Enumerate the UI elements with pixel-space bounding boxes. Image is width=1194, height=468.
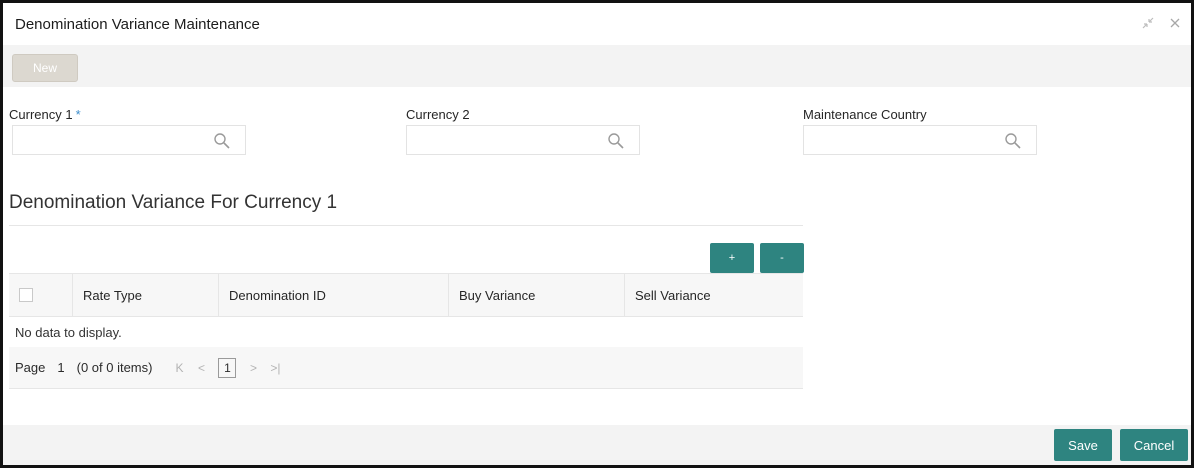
section-title: Denomination Variance For Currency 1 — [9, 192, 338, 213]
section-divider — [9, 225, 803, 226]
grid-header: Rate Type Denomination ID Buy Variance S… — [9, 273, 803, 317]
pagination: Page 1 (0 of 0 items) K < 1 > >| — [9, 347, 803, 389]
items-count: (0 of 0 items) — [76, 360, 153, 375]
toolbar: New — [3, 45, 1191, 87]
currency1-input[interactable] — [13, 126, 203, 154]
variance-grid: Rate Type Denomination ID Buy Variance S… — [9, 273, 803, 389]
footer-bar: Save Cancel — [3, 425, 1191, 465]
required-marker: * — [75, 107, 81, 122]
last-page-icon[interactable]: >| — [264, 361, 286, 375]
window-controls — [1141, 16, 1181, 32]
search-icon[interactable] — [213, 132, 231, 150]
title-bar: Denomination Variance Maintenance — [3, 3, 1191, 45]
first-page-icon[interactable]: K — [168, 361, 190, 375]
search-icon[interactable] — [607, 132, 625, 150]
currency1-field[interactable] — [12, 125, 246, 155]
select-all-checkbox[interactable] — [19, 288, 33, 302]
page-label: Page — [15, 360, 46, 375]
currency1-label: Currency 1 * — [9, 107, 81, 122]
prev-page-icon[interactable]: < — [190, 361, 212, 375]
select-all-cell — [9, 273, 73, 317]
search-icon[interactable] — [1004, 132, 1022, 150]
column-header-denomination-id[interactable]: Denomination ID — [219, 273, 449, 317]
page-number: 1 — [57, 360, 65, 375]
remove-row-button[interactable]: - — [760, 243, 804, 273]
next-page-icon[interactable]: > — [242, 361, 264, 375]
maintenance-country-input[interactable] — [804, 126, 994, 154]
column-header-buy-variance[interactable]: Buy Variance — [449, 273, 625, 317]
currency2-label: Currency 2 — [406, 107, 470, 122]
maintenance-country-label: Maintenance Country — [803, 107, 927, 122]
empty-message: No data to display. — [15, 324, 122, 340]
cancel-button[interactable]: Cancel — [1120, 429, 1188, 461]
column-header-rate-type[interactable]: Rate Type — [73, 273, 219, 317]
current-page-button[interactable]: 1 — [218, 357, 237, 378]
window-title: Denomination Variance Maintenance — [15, 15, 260, 33]
save-button[interactable]: Save — [1054, 429, 1112, 461]
modal-window: Denomination Variance Maintenance New Cu… — [0, 0, 1194, 468]
column-header-sell-variance[interactable]: Sell Variance — [625, 273, 803, 317]
add-row-button[interactable]: + — [710, 243, 754, 273]
close-icon[interactable] — [1169, 17, 1181, 31]
maintenance-country-field[interactable] — [803, 125, 1037, 155]
minimize-icon[interactable] — [1141, 16, 1155, 32]
new-button[interactable]: New — [12, 54, 78, 82]
currency2-input[interactable] — [407, 126, 597, 154]
currency2-field[interactable] — [406, 125, 640, 155]
